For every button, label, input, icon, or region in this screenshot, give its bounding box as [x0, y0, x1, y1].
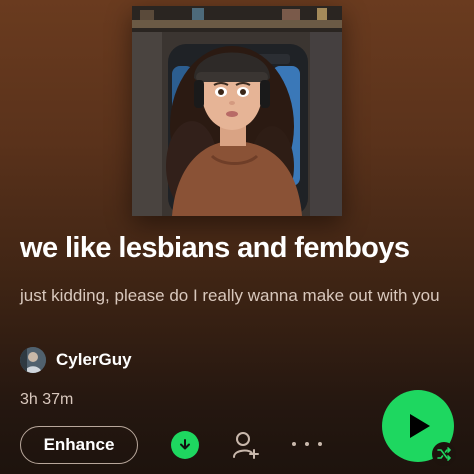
- enhance-label: Enhance: [43, 435, 115, 454]
- add-user-button[interactable]: [232, 430, 260, 460]
- owner-row[interactable]: CylerGuy: [20, 346, 132, 374]
- more-button[interactable]: [292, 436, 322, 452]
- enhance-button[interactable]: Enhance: [20, 426, 138, 464]
- download-button[interactable]: [171, 431, 199, 459]
- avatar[interactable]: [20, 347, 46, 373]
- play-icon: [410, 414, 430, 438]
- more-icon: [318, 442, 322, 446]
- add-user-icon: [233, 432, 259, 459]
- more-icon: [292, 442, 296, 446]
- shuffle-icon: [437, 447, 451, 461]
- more-icon: [305, 442, 309, 446]
- playlist-duration: 3h 37m: [20, 391, 74, 408]
- download-icon: [180, 439, 190, 450]
- playlist-cover: [132, 6, 342, 216]
- playlist-description: just kidding, please do I really wanna m…: [20, 286, 440, 305]
- playlist-title: we like lesbians and femboys: [20, 232, 410, 264]
- shuffle-button[interactable]: [432, 442, 456, 466]
- owner-name[interactable]: CylerGuy: [56, 350, 132, 370]
